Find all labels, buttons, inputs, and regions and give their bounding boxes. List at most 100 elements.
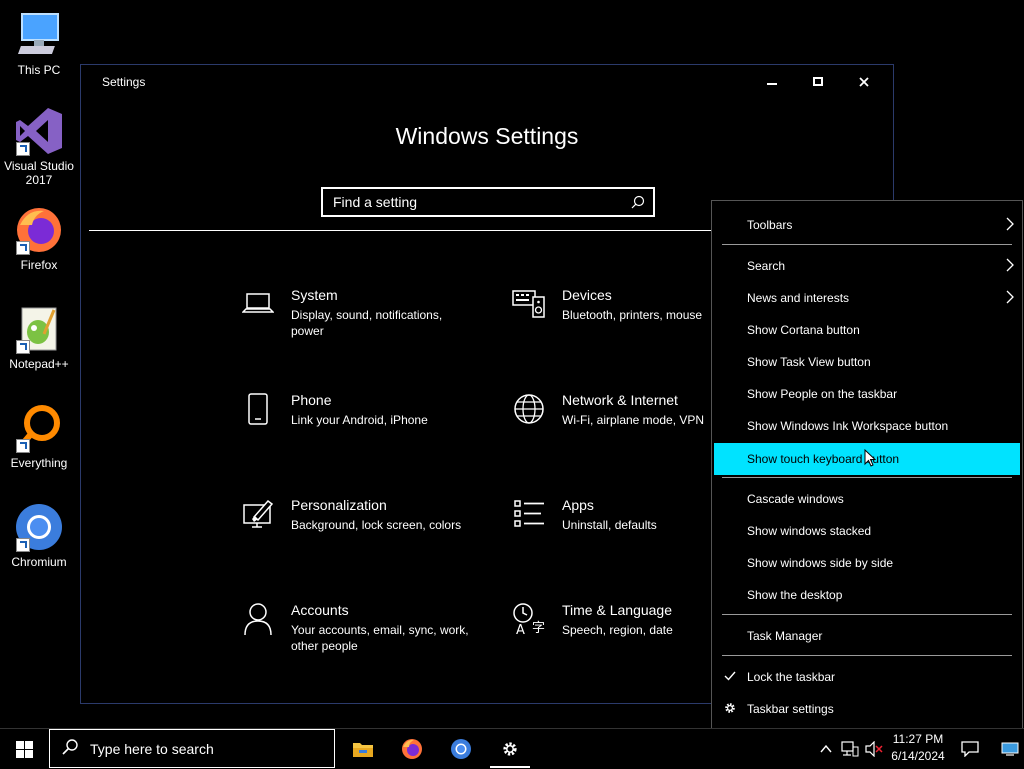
menu-item-taskbar-settings[interactable]: Taskbar settings — [714, 695, 1020, 723]
desktop-preview-icon — [1001, 742, 1019, 756]
menu-separator — [722, 477, 1012, 478]
menu-item-show-people[interactable]: Show People on the taskbar — [714, 380, 1020, 408]
show-hidden-icons-button[interactable] — [814, 729, 838, 768]
keyboard-speaker-icon — [512, 287, 546, 321]
menu-separator — [722, 655, 1012, 656]
firefox-icon — [402, 738, 422, 759]
minimize-icon — [767, 83, 777, 85]
desktop-icon-everything[interactable]: Everything — [0, 403, 78, 470]
search-icon — [631, 195, 645, 212]
chevron-right-icon — [1006, 258, 1014, 275]
taskbar-file-explorer[interactable] — [339, 729, 387, 768]
clock-time: 11:27 PM — [892, 732, 944, 746]
menu-item-news-and-interests[interactable]: News and interests — [714, 284, 1020, 312]
chromium-icon — [14, 502, 64, 552]
apps-list-icon — [512, 497, 546, 531]
tile-title: Network & Internet — [562, 392, 678, 408]
settings-tile-phone[interactable]: Phone Link your Android, iPhone — [241, 392, 481, 462]
chevron-right-icon — [1006, 217, 1014, 234]
network-tray-button[interactable] — [838, 729, 862, 768]
desktop-icon-label: This PC — [17, 63, 61, 77]
everything-search-icon — [14, 403, 64, 453]
minimize-button[interactable] — [749, 69, 795, 95]
gear-icon — [503, 741, 517, 756]
tile-title: Devices — [562, 287, 612, 303]
menu-item-show-windows-stacked[interactable]: Show windows stacked — [714, 517, 1020, 545]
menu-item-cascade-windows[interactable]: Cascade windows — [714, 485, 1020, 513]
menu-item-show-the-desktop[interactable]: Show the desktop — [714, 581, 1020, 609]
menu-item-search[interactable]: Search — [714, 252, 1020, 280]
firefox-icon — [14, 205, 64, 255]
start-button[interactable] — [0, 729, 48, 769]
person-icon — [241, 602, 275, 636]
checkmark-icon — [724, 670, 736, 684]
maximize-icon — [813, 77, 823, 86]
window-title: Settings — [102, 75, 146, 89]
menu-item-show-windows-ink[interactable]: Show Windows Ink Workspace button — [714, 412, 1020, 440]
volume-muted-icon — [865, 740, 883, 757]
tile-title: Apps — [562, 497, 594, 513]
tile-title: Phone — [291, 392, 332, 408]
menu-item-show-touch-keyboard[interactable]: Show touch keyboard button — [714, 443, 1020, 475]
notepad-plus-plus-icon — [14, 304, 64, 354]
folder-icon — [353, 742, 373, 757]
tile-title: Personalization — [291, 497, 387, 513]
volume-tray-button[interactable] — [862, 729, 886, 768]
maximize-button[interactable] — [795, 69, 841, 95]
clock-date: 6/14/2024 — [891, 749, 945, 763]
menu-item-toolbars[interactable]: Toolbars — [714, 211, 1020, 239]
menu-separator — [722, 244, 1012, 245]
desktop-icon-label: Firefox — [20, 258, 58, 272]
close-button[interactable] — [841, 69, 887, 95]
tile-title: Accounts — [291, 602, 349, 618]
menu-item-show-task-view-button[interactable]: Show Task View button — [714, 348, 1020, 376]
taskbar-firefox[interactable] — [388, 729, 436, 768]
taskbar-chromium[interactable] — [437, 729, 485, 768]
paint-monitor-icon — [241, 497, 275, 531]
tile-title: System — [291, 287, 338, 303]
desktop-icon-visual-studio[interactable]: Visual Studio 2017 — [0, 106, 78, 187]
menu-item-task-manager[interactable]: Task Manager — [714, 622, 1020, 650]
menu-item-lock-the-taskbar[interactable]: Lock the taskbar — [714, 663, 1020, 691]
desktop-icon-this-pc[interactable]: This PC — [0, 10, 78, 77]
tile-description: Background, lock screen, colors — [291, 518, 462, 532]
computer-icon — [14, 10, 64, 60]
globe-icon — [512, 392, 546, 426]
visual-studio-icon — [14, 106, 64, 156]
chevron-up-icon — [820, 744, 832, 752]
windows-logo-icon — [15, 740, 33, 758]
search-placeholder: Find a setting — [333, 194, 418, 210]
laptop-icon — [241, 287, 275, 321]
taskbar-search-box[interactable]: Type here to search — [49, 729, 335, 768]
gear-icon — [724, 702, 736, 717]
desktop-icon-firefox[interactable]: Firefox — [0, 205, 78, 272]
notification-icon — [961, 740, 979, 757]
tile-title: Time & Language — [562, 602, 672, 618]
settings-tile-system[interactable]: System Display, sound, notifications, po… — [241, 287, 481, 357]
phone-icon — [241, 392, 275, 426]
page-title: Windows Settings — [395, 123, 579, 149]
show-desktop-button[interactable] — [996, 729, 1024, 768]
taskbar-context-menu: Toolbars Search News and interests Show … — [711, 200, 1023, 733]
tile-description: Link your Android, iPhone — [291, 413, 428, 427]
close-icon — [859, 77, 869, 87]
svg-text:字: 字 — [532, 621, 545, 636]
taskbar-clock[interactable]: 11:27 PM 6/14/2024 — [886, 731, 950, 765]
menu-item-show-cortana-button[interactable]: Show Cortana button — [714, 316, 1020, 344]
menu-item-show-windows-side-by-side[interactable]: Show windows side by side — [714, 549, 1020, 577]
desktop-icon-notepad-plus-plus[interactable]: Notepad++ — [0, 304, 78, 371]
mouse-cursor-icon — [864, 448, 877, 470]
search-icon — [62, 738, 78, 759]
settings-tile-personalization[interactable]: Personalization Background, lock screen,… — [241, 497, 481, 567]
chromium-icon — [451, 738, 471, 759]
taskbar-settings[interactable] — [486, 729, 534, 768]
taskbar-search-placeholder: Type here to search — [90, 740, 214, 757]
menu-separator — [722, 614, 1012, 615]
find-setting-input[interactable]: Find a setting — [321, 187, 655, 217]
desktop-icon-label: Visual Studio 2017 — [4, 159, 74, 187]
svg-text:A: A — [516, 623, 525, 636]
settings-tile-accounts[interactable]: Accounts Your accounts, email, sync, wor… — [241, 602, 481, 672]
desktop-icon-chromium[interactable]: Chromium — [0, 502, 78, 569]
desktop-icon-label: Everything — [10, 456, 68, 470]
action-center-button[interactable] — [952, 729, 988, 768]
